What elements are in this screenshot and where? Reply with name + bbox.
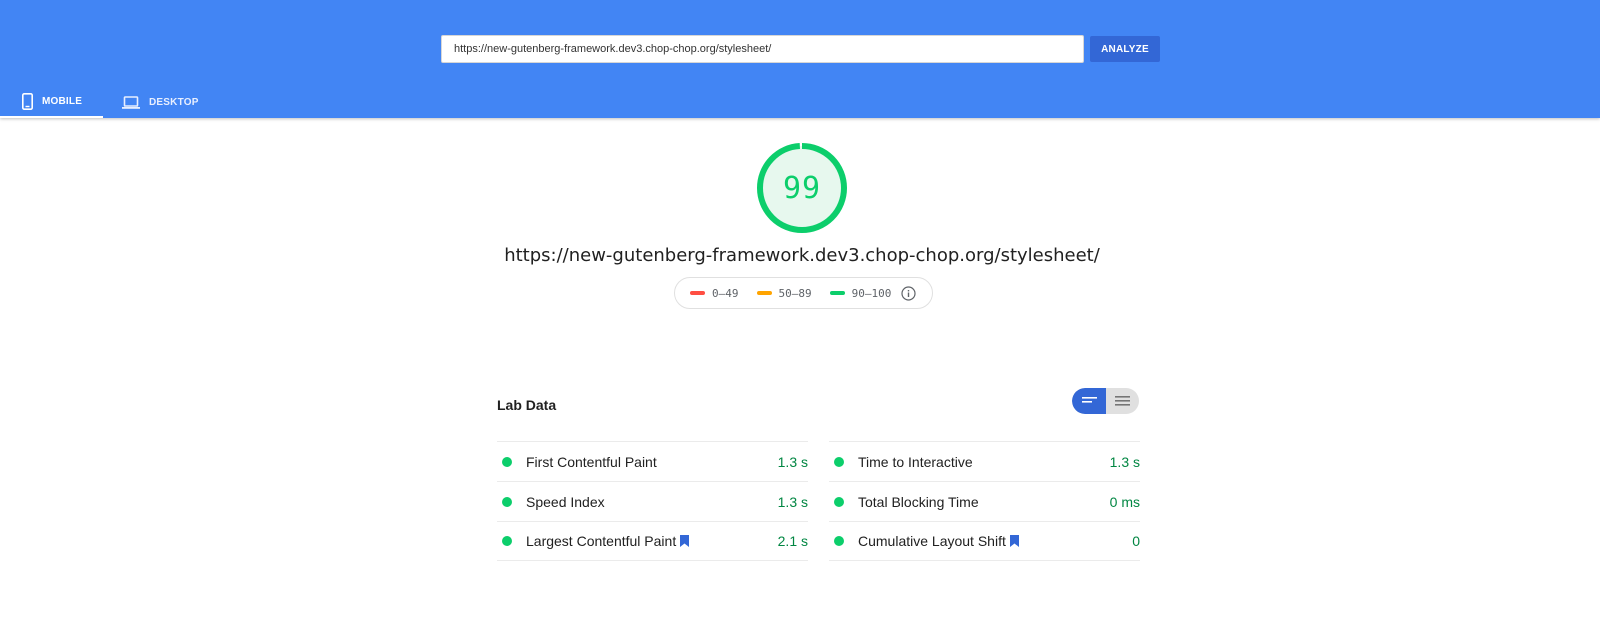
analyze-button[interactable]: ANALYZE: [1090, 36, 1160, 62]
collapsed-view-icon: [1081, 397, 1097, 403]
legend-label: 90–100: [851, 286, 892, 300]
metrics-column-left: First Contentful Paint 1.3 s Speed Index…: [497, 441, 808, 561]
metric-label: Largest Contentful Paint: [526, 533, 677, 549]
metric-label: First Contentful Paint: [526, 453, 657, 470]
metric-largest-contentful-paint: Largest Contentful Paint 2.1 s: [497, 521, 808, 561]
phone-icon: [22, 92, 33, 110]
laptop-icon: [122, 95, 140, 109]
pass-dot-icon: [502, 456, 512, 467]
analyzed-url: https://new-gutenberg-framework.dev3.cho…: [504, 245, 1100, 266]
metric-value: 1.3 s: [777, 453, 808, 470]
collapsed-view-button[interactable]: [1072, 388, 1106, 414]
performance-score: 99: [782, 170, 822, 206]
tab-mobile-label: MOBILE: [42, 95, 83, 107]
info-icon[interactable]: [901, 285, 916, 301]
legend-label: 50–89: [778, 286, 812, 300]
pass-dot-icon: [502, 536, 512, 546]
metric-label: Speed Index: [526, 493, 605, 510]
metric-label: Cumulative Layout Shift: [858, 533, 1006, 549]
pass-dot-icon: [502, 496, 512, 507]
legend-item-pass: 90–100: [829, 286, 892, 300]
metric-label: Total Blocking Time: [858, 493, 979, 510]
legend-swatch-orange: [756, 291, 772, 295]
metric-value: 0 ms: [1109, 493, 1140, 510]
metric-first-contentful-paint: First Contentful Paint 1.3 s: [497, 441, 808, 481]
metric-total-blocking-time: Total Blocking Time 0 ms: [829, 481, 1140, 521]
legend-item-average: 50–89: [756, 286, 812, 300]
bookmark-icon: [1009, 535, 1019, 547]
bookmark-icon: [680, 535, 690, 547]
lab-data-title: Lab Data: [497, 397, 557, 413]
metric-value: 1.3 s: [777, 493, 808, 510]
metrics-column-right: Time to Interactive 1.3 s Total Blocking…: [829, 441, 1140, 561]
metric-cumulative-layout-shift: Cumulative Layout Shift 0: [829, 521, 1140, 561]
pass-dot-icon: [834, 496, 844, 507]
metric-value: 0: [1132, 533, 1140, 549]
pass-dot-icon: [834, 456, 844, 467]
metric-label: Time to Interactive: [858, 453, 973, 470]
expanded-view-icon: [1115, 395, 1130, 406]
legend-swatch-green: [829, 291, 845, 295]
metric-value: 1.3 s: [1109, 453, 1140, 470]
legend-item-fail: 0–49: [690, 287, 739, 300]
expanded-view-button[interactable]: [1106, 388, 1139, 414]
legend-swatch-red: [690, 291, 705, 295]
metric-value: 2.1 s: [777, 533, 808, 549]
legend-label: 0–49: [712, 286, 739, 300]
pass-dot-icon: [834, 536, 844, 546]
view-toggle[interactable]: [1072, 388, 1139, 414]
top-header: ANALYZE MOBILE DESKTOP: [0, 0, 1600, 118]
tab-mobile[interactable]: MOBILE: [0, 86, 103, 118]
metric-time-to-interactive: Time to Interactive 1.3 s: [829, 441, 1140, 481]
tab-desktop[interactable]: DESKTOP: [122, 86, 212, 118]
url-input[interactable]: [441, 35, 1084, 63]
score-legend: 0–49 50–89 90–100: [674, 277, 933, 309]
metric-speed-index: Speed Index 1.3 s: [497, 481, 808, 521]
tab-desktop-label: DESKTOP: [149, 96, 199, 108]
